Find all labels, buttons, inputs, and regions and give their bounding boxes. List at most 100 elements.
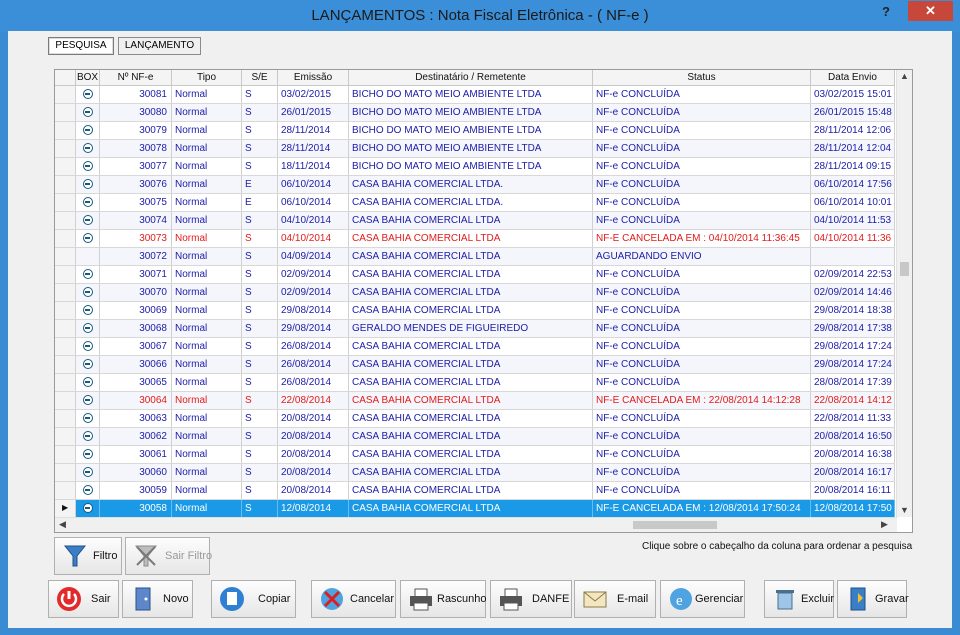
sair-button[interactable]: Sair: [48, 580, 119, 618]
save-door-icon: [850, 587, 866, 611]
xml-box-icon[interactable]: [83, 341, 93, 351]
table-row[interactable]: 30059 Normal S 20/08/2014 CASA BAHIA COMERCI…: [55, 482, 895, 500]
header-emissao[interactable]: Emissão: [278, 70, 349, 85]
header-data-envio[interactable]: Data Envio: [811, 70, 895, 85]
table-row[interactable]: 30081 Normal S 03/02/2015 BICHO DO MATO MEIO…: [55, 86, 895, 104]
scroll-up-icon[interactable]: ▲: [900, 71, 909, 81]
table-row[interactable]: 30060 Normal S 20/08/2014 CASA BAHIA COMERCI…: [55, 464, 895, 482]
xml-box-icon[interactable]: [83, 269, 93, 279]
row-indicator: [55, 302, 76, 319]
cell-tipo: Normal: [172, 410, 242, 427]
cell-tipo: Normal: [172, 302, 242, 319]
cell-se: S: [242, 500, 278, 517]
table-row[interactable]: 30069 Normal S 29/08/2014 CASA BAHIA COMERCI…: [55, 302, 895, 320]
xml-box-icon[interactable]: [83, 395, 93, 405]
novo-button[interactable]: Novo: [122, 580, 193, 618]
table-row[interactable]: 30070 Normal S 02/09/2014 CASA BAHIA COMERCI…: [55, 284, 895, 302]
xml-box-icon[interactable]: [83, 143, 93, 153]
table-row[interactable]: 30066 Normal S 26/08/2014 CASA BAHIA COMERCI…: [55, 356, 895, 374]
cell-dest: CASA BAHIA COMERCIAL LTDA: [349, 482, 593, 499]
cell-dest: CASA BAHIA COMERCIAL LTDA: [349, 338, 593, 355]
xml-box-icon[interactable]: [83, 323, 93, 333]
xml-box-icon[interactable]: [83, 107, 93, 117]
cell-nf: 30080: [100, 104, 172, 121]
box-cell[interactable]: [76, 248, 100, 265]
tab-lancamento[interactable]: LANÇAMENTO: [118, 37, 201, 55]
cell-nf: 30081: [100, 86, 172, 103]
excluir-button[interactable]: Excluir: [764, 580, 834, 618]
xml-box-icon[interactable]: [83, 287, 93, 297]
xml-box-icon[interactable]: [83, 161, 93, 171]
table-row[interactable]: 30072 Normal S 04/09/2014 CASA BAHIA COMERCI…: [55, 248, 895, 266]
xml-box-icon[interactable]: [83, 233, 93, 243]
rascunho-button[interactable]: Rascunho: [400, 580, 487, 618]
scroll-down-icon[interactable]: ▼: [900, 505, 909, 515]
xml-box-icon[interactable]: [83, 89, 93, 99]
xml-box-icon[interactable]: [83, 485, 93, 495]
table-row[interactable]: 30071 Normal S 02/09/2014 CASA BAHIA COMERCI…: [55, 266, 895, 284]
table-row[interactable]: 30062 Normal S 20/08/2014 CASA BAHIA COMERCI…: [55, 428, 895, 446]
xml-box-icon[interactable]: [83, 413, 93, 423]
xml-box-icon[interactable]: [83, 179, 93, 189]
row-indicator: [55, 464, 76, 481]
xml-box-icon[interactable]: [83, 431, 93, 441]
xml-box-icon[interactable]: [83, 467, 93, 477]
scroll-left-icon[interactable]: ◀: [59, 519, 66, 530]
cancelar-button[interactable]: Cancelar: [311, 580, 396, 618]
row-indicator: [55, 176, 76, 193]
xml-box-icon[interactable]: [83, 305, 93, 315]
horizontal-scroll-thumb[interactable]: [633, 521, 717, 529]
cell-status: NF-e CONCLUÍDA: [593, 122, 811, 139]
table-row[interactable]: 30077 Normal S 18/11/2014 BICHO DO MATO MEIO…: [55, 158, 895, 176]
table-row[interactable]: 30063 Normal S 20/08/2014 CASA BAHIA COMERCI…: [55, 410, 895, 428]
vertical-scrollbar[interactable]: ▲ ▼: [896, 70, 912, 517]
table-row[interactable]: 30079 Normal S 28/11/2014 BICHO DO MATO MEIO…: [55, 122, 895, 140]
table-row[interactable]: 30073 Normal S 04/10/2014 CASA BAHIA COMERCI…: [55, 230, 895, 248]
email-button[interactable]: E-mail: [574, 580, 656, 618]
header-nf[interactable]: Nº NF-e: [100, 70, 172, 85]
cell-emissao: 02/09/2014: [278, 284, 349, 301]
table-row[interactable]: ▶ 30058 Normal S 12/08/2014 CASA BAHIA COMERC…: [55, 500, 895, 518]
table-row[interactable]: 30075 Normal E 06/10/2014 CASA BAHIA COMERCI…: [55, 194, 895, 212]
table-row[interactable]: 30065 Normal S 26/08/2014 CASA BAHIA COMERCI…: [55, 374, 895, 392]
xml-box-icon[interactable]: [83, 197, 93, 207]
header-destinatario[interactable]: Destinatário / Remetente: [349, 70, 593, 85]
table-row[interactable]: 30074 Normal S 04/10/2014 CASA BAHIA COMERCI…: [55, 212, 895, 230]
horizontal-scrollbar[interactable]: ◀ ▶: [55, 517, 897, 532]
row-indicator: [55, 428, 76, 445]
xml-box-icon[interactable]: [83, 359, 93, 369]
xml-box-icon[interactable]: [83, 215, 93, 225]
cell-dest: CASA BAHIA COMERCIAL LTDA: [349, 500, 593, 517]
tab-pesquisa[interactable]: PESQUISA: [48, 37, 114, 55]
gerenciar-button[interactable]: e Gerenciar: [660, 580, 745, 618]
cell-status: NF-e CONCLUÍDA: [593, 158, 811, 175]
header-tipo[interactable]: Tipo: [172, 70, 242, 85]
xml-box-icon[interactable]: [83, 125, 93, 135]
help-button[interactable]: ?: [878, 4, 894, 20]
header-box[interactable]: BOX: [76, 70, 100, 85]
danfe-button[interactable]: DANFE: [490, 580, 572, 618]
table-row[interactable]: 30078 Normal S 28/11/2014 BICHO DO MATO MEIO…: [55, 140, 895, 158]
table-row[interactable]: 30068 Normal S 29/08/2014 GERALDO MENDES DE …: [55, 320, 895, 338]
table-row[interactable]: 30080 Normal S 26/01/2015 BICHO DO MATO MEIO…: [55, 104, 895, 122]
table-row[interactable]: 30076 Normal E 06/10/2014 CASA BAHIA COMERCI…: [55, 176, 895, 194]
cell-status: NF-e CONCLUÍDA: [593, 104, 811, 121]
header-status[interactable]: Status: [593, 70, 811, 85]
header-se[interactable]: S/E: [242, 70, 278, 85]
xml-box-icon[interactable]: [83, 377, 93, 387]
danfe-label: DANFE: [532, 593, 570, 605]
close-button[interactable]: ✕: [908, 1, 953, 21]
table-row[interactable]: 30061 Normal S 20/08/2014 CASA BAHIA COMERCI…: [55, 446, 895, 464]
table-row[interactable]: 30064 Normal S 22/08/2014 CASA BAHIA COMERCI…: [55, 392, 895, 410]
vertical-scroll-thumb[interactable]: [900, 262, 909, 276]
scroll-right-icon[interactable]: ▶: [881, 519, 888, 530]
filtro-button[interactable]: Filtro: [54, 537, 122, 575]
table-row[interactable]: 30067 Normal S 26/08/2014 CASA BAHIA COMERCI…: [55, 338, 895, 356]
copiar-button[interactable]: Copiar: [211, 580, 296, 618]
xml-box-icon[interactable]: [83, 449, 93, 459]
cell-se: S: [242, 158, 278, 175]
cell-se: S: [242, 248, 278, 265]
gravar-button[interactable]: Gravar: [837, 580, 909, 618]
sair-filtro-button[interactable]: Sair Filtro: [125, 537, 212, 575]
xml-box-icon[interactable]: [83, 503, 93, 513]
